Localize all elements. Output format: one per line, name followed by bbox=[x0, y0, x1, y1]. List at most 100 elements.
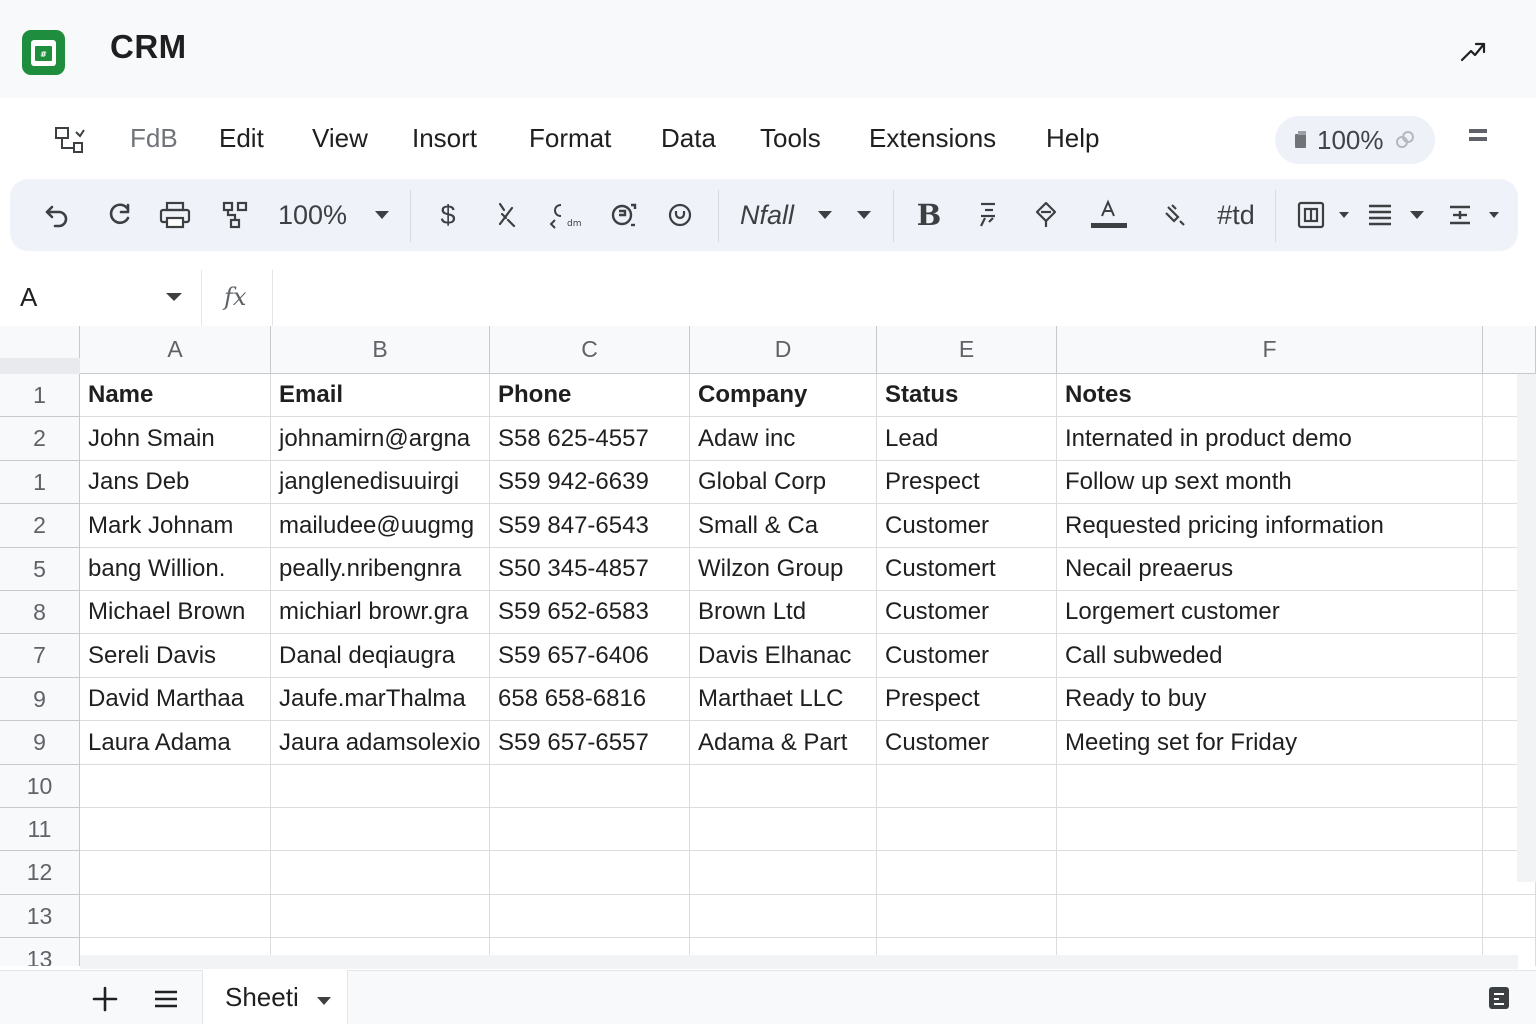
zoom-pill[interactable]: 100% bbox=[1275, 116, 1435, 164]
empty-cell[interactable] bbox=[271, 851, 490, 895]
zoom-caret-icon[interactable] bbox=[370, 195, 394, 235]
empty-cell[interactable] bbox=[1057, 851, 1483, 895]
cell-col-a[interactable]: Laura Adama bbox=[80, 721, 271, 765]
row-header[interactable]: 7 bbox=[0, 634, 80, 678]
cell-col-f[interactable]: Call subweded bbox=[1057, 634, 1483, 678]
header-cell-col-e[interactable]: Status bbox=[877, 374, 1057, 417]
cell-col-c[interactable]: S50 345-4857 bbox=[490, 548, 690, 591]
header-cell-col-c[interactable]: Phone bbox=[490, 374, 690, 417]
cell-col-e[interactable]: Customer bbox=[877, 591, 1057, 634]
font-select[interactable]: Nfall bbox=[740, 195, 806, 235]
empty-cell[interactable] bbox=[877, 851, 1057, 895]
cell-col-d[interactable]: Marthaet LLC bbox=[690, 678, 877, 721]
menu-data[interactable]: Data bbox=[661, 123, 716, 154]
cell-col-c[interactable]: 658 658-6816 bbox=[490, 678, 690, 721]
cell-col-e[interactable]: Customer bbox=[877, 721, 1057, 765]
cell-col-a[interactable]: David Marthaa bbox=[80, 678, 271, 721]
row-header[interactable]: 13 bbox=[0, 938, 80, 966]
row-header[interactable]: 1 bbox=[0, 374, 80, 417]
all-sheets-icon[interactable] bbox=[150, 984, 182, 1014]
cell-col-e[interactable]: Customer bbox=[877, 634, 1057, 678]
cell-col-d[interactable]: Adaw inc bbox=[690, 417, 877, 461]
fill-color-icon[interactable] bbox=[1160, 195, 1192, 235]
cell-col-d[interactable]: Adama & Part bbox=[690, 721, 877, 765]
bold-button[interactable]: B bbox=[912, 195, 946, 235]
cell-col-c[interactable]: S59 652-6583 bbox=[490, 591, 690, 634]
cell-col-a[interactable]: Michael Brown bbox=[80, 591, 271, 634]
empty-cell[interactable] bbox=[490, 808, 690, 851]
cell-col-a[interactable]: Sereli Davis bbox=[80, 634, 271, 678]
cell-col-b[interactable]: Jaura adamsolexio bbox=[271, 721, 490, 765]
header-cell-col-b[interactable]: Email bbox=[271, 374, 490, 417]
vertical-align-icon[interactable] bbox=[1444, 195, 1476, 235]
column-header-f[interactable]: F bbox=[1057, 326, 1483, 374]
collapse-menus-icon[interactable] bbox=[1467, 126, 1491, 148]
cell-col-b[interactable]: Jaufe.marThalma bbox=[271, 678, 490, 721]
layout-toggle-icon[interactable] bbox=[52, 124, 88, 154]
document-title[interactable]: CRM bbox=[110, 28, 187, 66]
cell-col-d[interactable]: Davis Elhanac bbox=[690, 634, 877, 678]
menu-edit[interactable]: Edit bbox=[219, 123, 264, 154]
vertical-scrollbar[interactable] bbox=[1517, 374, 1536, 882]
borders-icon[interactable] bbox=[1294, 195, 1328, 235]
cell-col-d[interactable]: Wilzon Group bbox=[690, 548, 877, 591]
cell-col-b[interactable]: peally.nribengnra bbox=[271, 548, 490, 591]
cell-col-c[interactable]: S59 657-6557 bbox=[490, 721, 690, 765]
borders-caret-icon[interactable] bbox=[1334, 195, 1354, 235]
empty-cell[interactable] bbox=[1057, 765, 1483, 808]
cell-col-d[interactable]: Brown Ltd bbox=[690, 591, 877, 634]
font-caret-icon[interactable] bbox=[814, 195, 836, 235]
empty-cell[interactable] bbox=[80, 765, 271, 808]
more-formats-icon[interactable] bbox=[664, 195, 696, 235]
formula-input[interactable] bbox=[274, 270, 1536, 326]
empty-cell[interactable] bbox=[271, 765, 490, 808]
align-caret-icon[interactable] bbox=[1406, 195, 1428, 235]
menu-tools[interactable]: Tools bbox=[760, 123, 821, 154]
cell-col-e[interactable]: Prespect bbox=[877, 678, 1057, 721]
column-header-e[interactable]: E bbox=[877, 326, 1057, 374]
row-header[interactable]: 8 bbox=[0, 591, 80, 634]
cell-col-e[interactable]: Customer bbox=[877, 504, 1057, 548]
empty-cell[interactable] bbox=[1483, 895, 1536, 938]
cell-col-f[interactable]: Lorgemert customer bbox=[1057, 591, 1483, 634]
font-size-caret-icon[interactable] bbox=[852, 195, 876, 235]
text-color-icon[interactable] bbox=[1088, 195, 1130, 235]
percent-format-icon[interactable] bbox=[492, 195, 522, 235]
empty-cell[interactable] bbox=[877, 895, 1057, 938]
empty-cell[interactable] bbox=[690, 808, 877, 851]
activity-trend-icon[interactable] bbox=[1456, 34, 1490, 68]
cell-col-b[interactable]: michiarl browr.gra bbox=[271, 591, 490, 634]
undo-icon[interactable] bbox=[40, 195, 74, 235]
row-header[interactable]: 12 bbox=[0, 851, 80, 895]
column-header-overflow[interactable] bbox=[1483, 326, 1536, 374]
paint-format-icon[interactable] bbox=[218, 195, 252, 235]
italic-strike-icon[interactable] bbox=[972, 195, 1004, 235]
row-header[interactable]: 5 bbox=[0, 548, 80, 591]
cell-col-b[interactable]: johnamirn@argna bbox=[271, 417, 490, 461]
column-header-d[interactable]: D bbox=[690, 326, 877, 374]
cell-col-f[interactable]: Internated in product demo bbox=[1057, 417, 1483, 461]
cell-col-e[interactable]: Prespect bbox=[877, 461, 1057, 504]
cell-col-e[interactable]: Customert bbox=[877, 548, 1057, 591]
empty-cell[interactable] bbox=[80, 808, 271, 851]
cell-col-f[interactable]: Follow up sext month bbox=[1057, 461, 1483, 504]
horizontal-scrollbar[interactable] bbox=[80, 955, 1518, 969]
cell-col-d[interactable]: Global Corp bbox=[690, 461, 877, 504]
cell-col-f[interactable]: Requested pricing information bbox=[1057, 504, 1483, 548]
column-header-b[interactable]: B bbox=[271, 326, 490, 374]
cell-col-f[interactable]: Ready to buy bbox=[1057, 678, 1483, 721]
cell-col-a[interactable]: Mark Johnam bbox=[80, 504, 271, 548]
valign-caret-icon[interactable] bbox=[1484, 195, 1504, 235]
cell-col-b[interactable]: mailudee@uugmg bbox=[271, 504, 490, 548]
number-format-button[interactable]: #td bbox=[1212, 195, 1260, 235]
empty-cell[interactable] bbox=[690, 765, 877, 808]
cell-col-c[interactable]: S58 625-4557 bbox=[490, 417, 690, 461]
sheet-tab-caret-icon[interactable] bbox=[316, 993, 332, 1005]
header-cell-col-a[interactable]: Name bbox=[80, 374, 271, 417]
redo-icon[interactable] bbox=[102, 195, 136, 235]
cell-col-c[interactable]: S59 847-6543 bbox=[490, 504, 690, 548]
empty-cell[interactable] bbox=[877, 765, 1057, 808]
cell-col-f[interactable]: Meeting set for Friday bbox=[1057, 721, 1483, 765]
empty-cell[interactable] bbox=[490, 765, 690, 808]
add-sheet-icon[interactable] bbox=[88, 982, 122, 1016]
